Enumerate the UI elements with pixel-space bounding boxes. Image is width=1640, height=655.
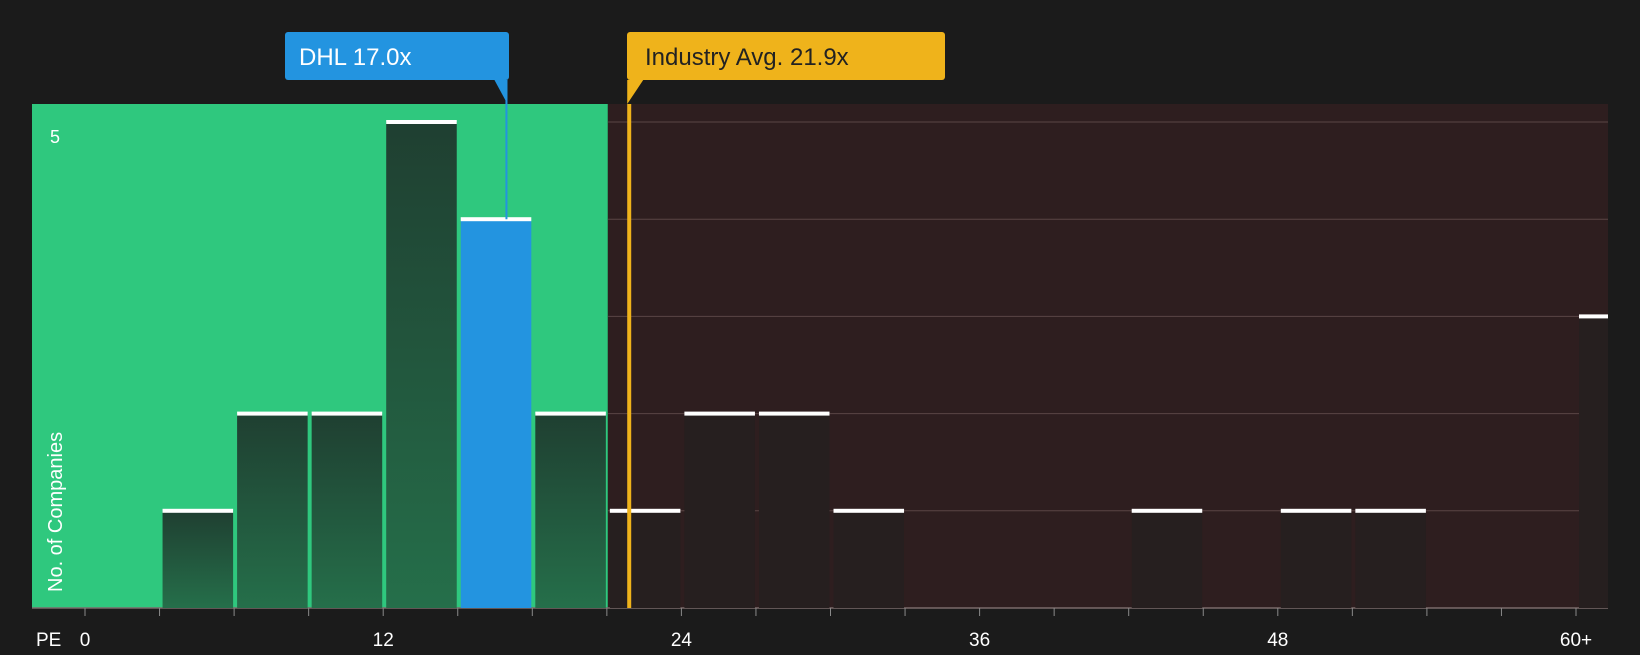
bar	[237, 413, 308, 608]
bar	[1355, 510, 1426, 608]
bar	[1280, 510, 1352, 608]
bar	[1131, 510, 1203, 608]
pe-distribution-chart: 0 12 24 36 48 60+ 5 Industry Avg. 21.9x DHL 17.…	[0, 0, 1640, 651]
bar	[758, 413, 830, 608]
bar	[311, 413, 383, 608]
bar-cap	[162, 508, 234, 513]
x-tick-label: 60+	[1560, 630, 1592, 650]
x-tick-label: 48	[1267, 630, 1288, 650]
bar	[386, 122, 457, 608]
bar-cap	[237, 411, 308, 416]
bar	[1579, 316, 1608, 608]
y-tick-label: 5	[50, 127, 60, 147]
bar-cap	[386, 120, 457, 124]
x-tick-label: 36	[969, 630, 990, 650]
bar	[162, 510, 234, 608]
bar-cap	[1579, 314, 1608, 319]
bar	[609, 510, 681, 608]
industry-avg-line	[627, 104, 632, 608]
bar	[684, 413, 755, 608]
bar-cap	[311, 411, 383, 416]
bar-cap	[758, 411, 830, 416]
bar-cap	[535, 411, 606, 416]
bar-cap	[460, 217, 532, 222]
bar-cap	[609, 508, 681, 513]
bar	[460, 219, 532, 608]
x-axis-label: PE	[36, 630, 61, 650]
chart-svg: 0 12 24 36 48 60+ 5 Industry Avg. 21.9x DHL 17.…	[0, 0, 1640, 651]
x-tick-label: 12	[373, 630, 394, 650]
y-axis-label: No. of Companies	[45, 432, 67, 592]
bar	[535, 413, 606, 608]
x-tick-label: 0	[80, 630, 91, 650]
industry-avg-label: Industry Avg. 21.9x	[645, 44, 849, 71]
bar	[833, 510, 905, 608]
bar-cap	[833, 508, 905, 513]
bar-cap	[1131, 508, 1203, 513]
x-tick-label: 24	[671, 630, 693, 650]
company-pe-label: DHL 17.0x	[299, 44, 412, 71]
bar-cap	[1280, 508, 1352, 513]
bar-cap	[1355, 508, 1426, 513]
expensive-zone	[607, 104, 1608, 608]
bar-cap	[684, 411, 755, 416]
